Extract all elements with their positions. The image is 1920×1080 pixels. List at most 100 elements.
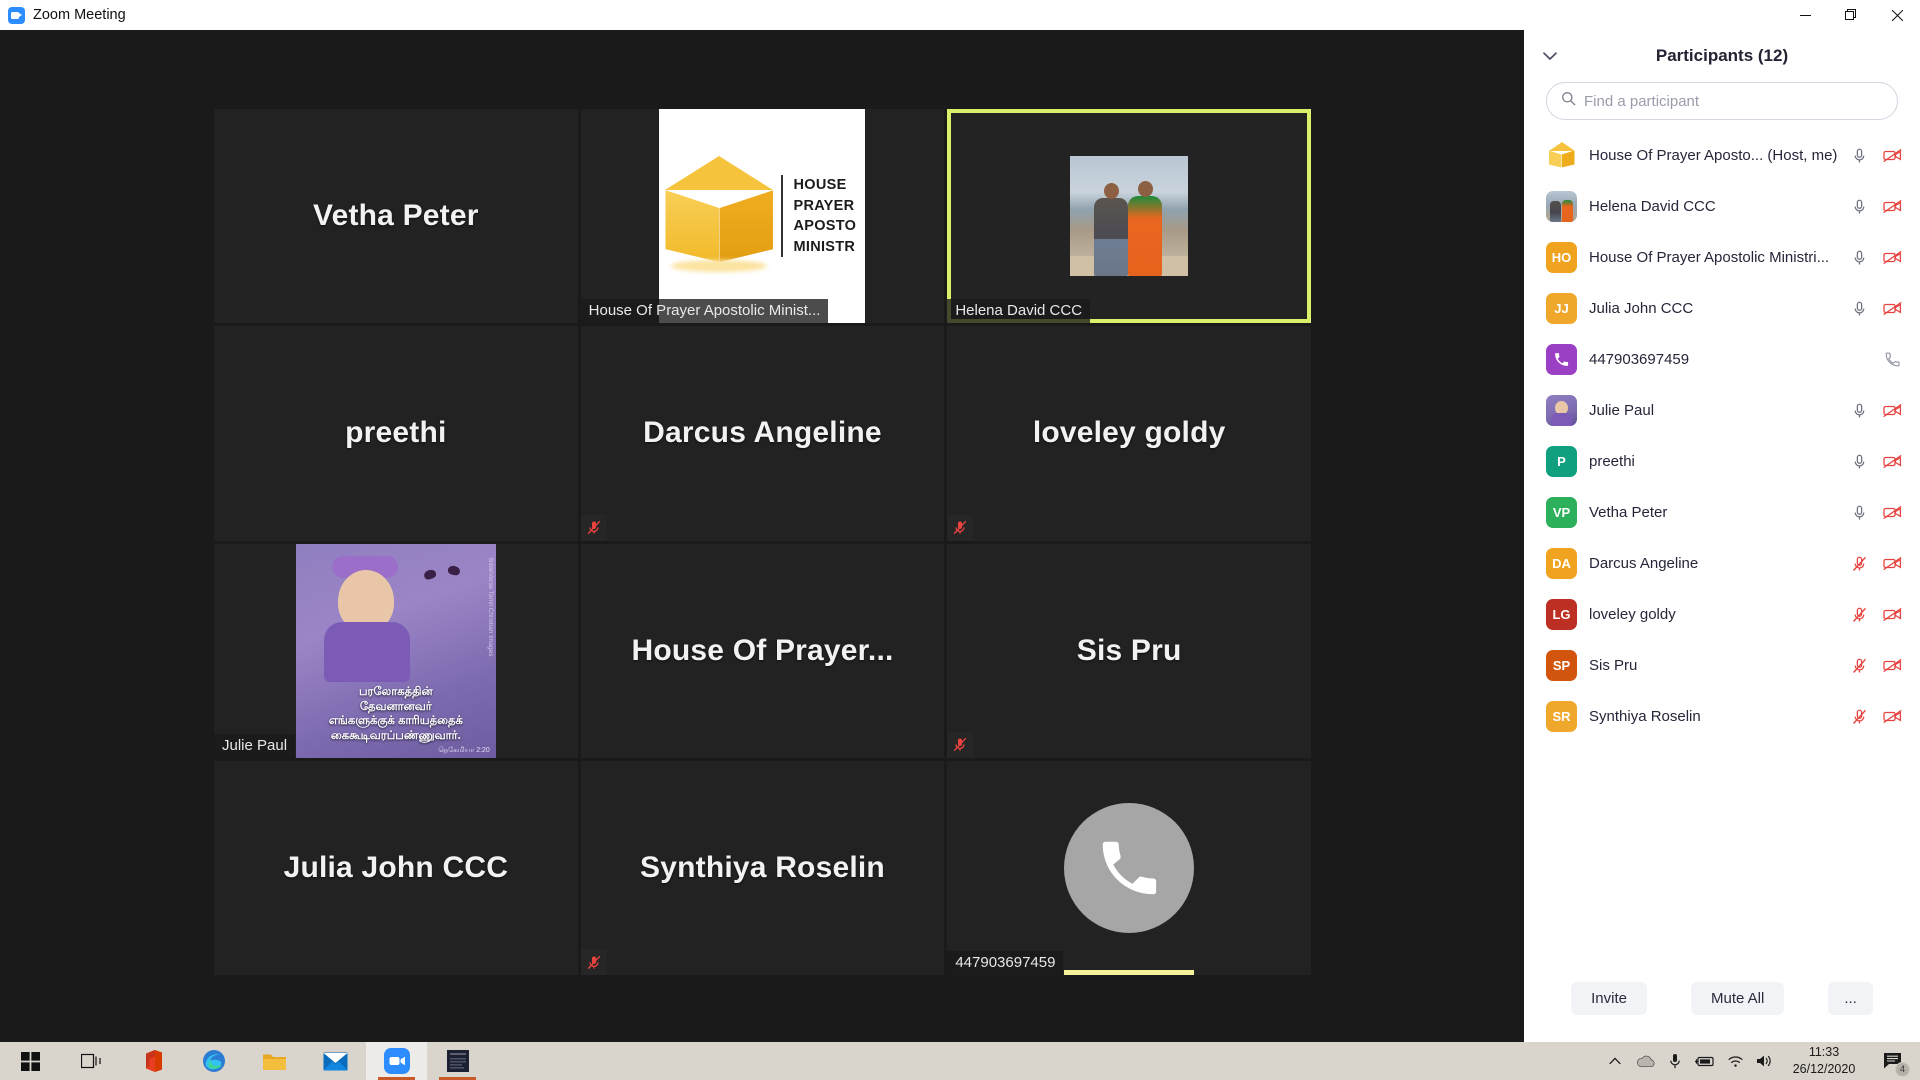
participant-row[interactable]: Helena David CCC	[1524, 181, 1920, 232]
avatar: SP	[1546, 650, 1577, 681]
video-off-icon[interactable]	[1883, 554, 1902, 573]
video-tile-vetha-peter[interactable]: Vetha Peter	[214, 109, 578, 324]
video-off-icon[interactable]	[1883, 503, 1902, 522]
mic-muted-icon	[580, 514, 607, 541]
tile-label: 447903697459	[947, 951, 1064, 975]
participant-row[interactable]: 447903697459	[1524, 334, 1920, 385]
mic-muted-icon[interactable]	[1850, 707, 1869, 726]
video-tile-loveley-goldy[interactable]: loveley goldy	[947, 326, 1311, 541]
mic-muted-icon[interactable]	[1850, 656, 1869, 675]
show-hidden-icons[interactable]	[1600, 1042, 1630, 1080]
minimize-button[interactable]	[1782, 0, 1828, 30]
mic-muted-icon	[580, 949, 607, 975]
participant-name: loveley goldy	[1589, 606, 1676, 623]
tile-name: Julia John CCC	[283, 850, 509, 884]
participant-row[interactable]: DA Darcus Angeline	[1524, 538, 1920, 589]
search-box[interactable]	[1546, 82, 1898, 120]
mic-unmuted-icon[interactable]	[1850, 503, 1869, 522]
battery-icon[interactable]	[1690, 1042, 1720, 1080]
mic-muted-icon[interactable]	[1850, 554, 1869, 573]
participants-panel: Participants (12) House Of Prayer Apo	[1524, 30, 1920, 1042]
invite-button[interactable]: Invite	[1571, 981, 1647, 1015]
phone-call-icon[interactable]	[1883, 350, 1902, 369]
video-tile-julia-john-ccc[interactable]: Julia John CCC	[214, 760, 578, 975]
mic-unmuted-icon[interactable]	[1850, 401, 1869, 420]
video-tile-julie-paul[interactable]: BibleVerse Tamil Christian Images பரலோகத…	[214, 543, 578, 758]
clock[interactable]: 11:33 26/12/2020	[1780, 1044, 1872, 1078]
verse-text: பரலோகத்தின் தேவனானவர் எங்களுக்குக் காரிய…	[328, 685, 463, 743]
mic-unmuted-icon[interactable]	[1850, 248, 1869, 267]
video-off-icon[interactable]	[1883, 299, 1902, 318]
file-explorer-button[interactable]	[244, 1042, 305, 1080]
microphone-icon[interactable]	[1660, 1042, 1690, 1080]
participant-row[interactable]: VP Vetha Peter	[1524, 487, 1920, 538]
participant-row[interactable]: House Of Prayer Aposto... (Host, me)	[1524, 130, 1920, 181]
mic-unmuted-icon[interactable]	[1850, 197, 1869, 216]
tile-name: Darcus Angeline	[643, 416, 882, 450]
search-container	[1524, 82, 1920, 120]
video-off-icon[interactable]	[1883, 248, 1902, 267]
mic-unmuted-icon[interactable]	[1850, 299, 1869, 318]
avatar-initials: DA	[1552, 556, 1571, 571]
start-button[interactable]	[0, 1042, 61, 1080]
video-off-icon[interactable]	[1883, 707, 1902, 726]
more-options-button[interactable]: ...	[1828, 981, 1873, 1015]
video-tile-house-of-prayer[interactable]: House Of Prayer...	[580, 543, 945, 758]
video-tile-phone-caller[interactable]: 447903697459	[947, 760, 1311, 975]
video-tile-helena-david-ccc[interactable]: Helena David CCC	[947, 109, 1311, 324]
edge-button[interactable]	[183, 1042, 244, 1080]
participants-panel-header: Participants (12)	[1524, 30, 1920, 82]
participant-row[interactable]: JJ Julia John CCC	[1524, 283, 1920, 334]
participant-row[interactable]: LG loveley goldy	[1524, 589, 1920, 640]
participant-row[interactable]: P preethi	[1524, 436, 1920, 487]
video-off-icon[interactable]	[1883, 656, 1902, 675]
video-tile-darcus-angeline[interactable]: Darcus Angeline	[580, 326, 945, 541]
video-off-icon[interactable]	[1883, 605, 1902, 624]
participant-row[interactable]: Julie Paul	[1524, 385, 1920, 436]
search-icon	[1561, 91, 1576, 111]
phone-icon	[1064, 802, 1195, 933]
video-off-icon[interactable]	[1883, 146, 1902, 165]
window-title: Zoom Meeting	[33, 7, 126, 23]
avatar: P	[1546, 446, 1577, 477]
tile-name: Synthiya Roselin	[640, 850, 885, 884]
restore-button[interactable]	[1828, 0, 1874, 30]
mic-muted-icon[interactable]	[1850, 605, 1869, 624]
mail-button[interactable]	[305, 1042, 366, 1080]
avatar-initials: HO	[1551, 250, 1572, 265]
task-view-button[interactable]	[61, 1042, 122, 1080]
avatar	[1546, 140, 1577, 171]
system-tray: 11:33 26/12/2020 4	[1600, 1042, 1920, 1080]
search-input[interactable]	[1584, 92, 1883, 110]
zoom-button[interactable]	[366, 1042, 427, 1080]
participant-row[interactable]: SP Sis Pru	[1524, 640, 1920, 691]
action-center-button[interactable]: 4	[1872, 1042, 1914, 1080]
ministry-logo: HOUSE PRAYER APOSTO MINISTR	[659, 109, 866, 324]
participant-controls	[1850, 503, 1902, 522]
video-off-icon[interactable]	[1883, 452, 1902, 471]
volume-icon[interactable]	[1750, 1042, 1780, 1080]
mute-all-button[interactable]: Mute All	[1690, 981, 1785, 1015]
chevron-down-icon[interactable]	[1538, 44, 1562, 68]
video-tile-sis-pru[interactable]: Sis Pru	[947, 543, 1311, 758]
mic-unmuted-icon[interactable]	[1850, 452, 1869, 471]
photos-window-button[interactable]	[427, 1042, 488, 1080]
zoom-icon	[8, 6, 25, 24]
onedrive-icon[interactable]	[1630, 1042, 1660, 1080]
phone-icon	[1555, 353, 1569, 366]
participant-row[interactable]: SR Synthiya Roselin	[1524, 691, 1920, 742]
mic-unmuted-icon[interactable]	[1850, 146, 1869, 165]
close-button[interactable]	[1874, 0, 1920, 30]
video-tile-preethi[interactable]: preethi	[214, 326, 578, 541]
video-off-icon[interactable]	[1883, 197, 1902, 216]
video-off-icon[interactable]	[1883, 401, 1902, 420]
participant-controls	[1850, 605, 1902, 624]
wifi-icon[interactable]	[1720, 1042, 1750, 1080]
video-tile-synthiya-roselin[interactable]: Synthiya Roselin	[580, 760, 945, 975]
office-button[interactable]	[122, 1042, 183, 1080]
tile-name: Vetha Peter	[313, 199, 479, 233]
video-tile-house-of-prayer-logo[interactable]: HOUSE PRAYER APOSTO MINISTR House Of Pra…	[580, 109, 945, 324]
participants-list[interactable]: House Of Prayer Aposto... (Host, me) Hel…	[1524, 120, 1920, 968]
mic-muted-icon	[947, 514, 974, 541]
participant-row[interactable]: HO House Of Prayer Apostolic Ministri...	[1524, 232, 1920, 283]
